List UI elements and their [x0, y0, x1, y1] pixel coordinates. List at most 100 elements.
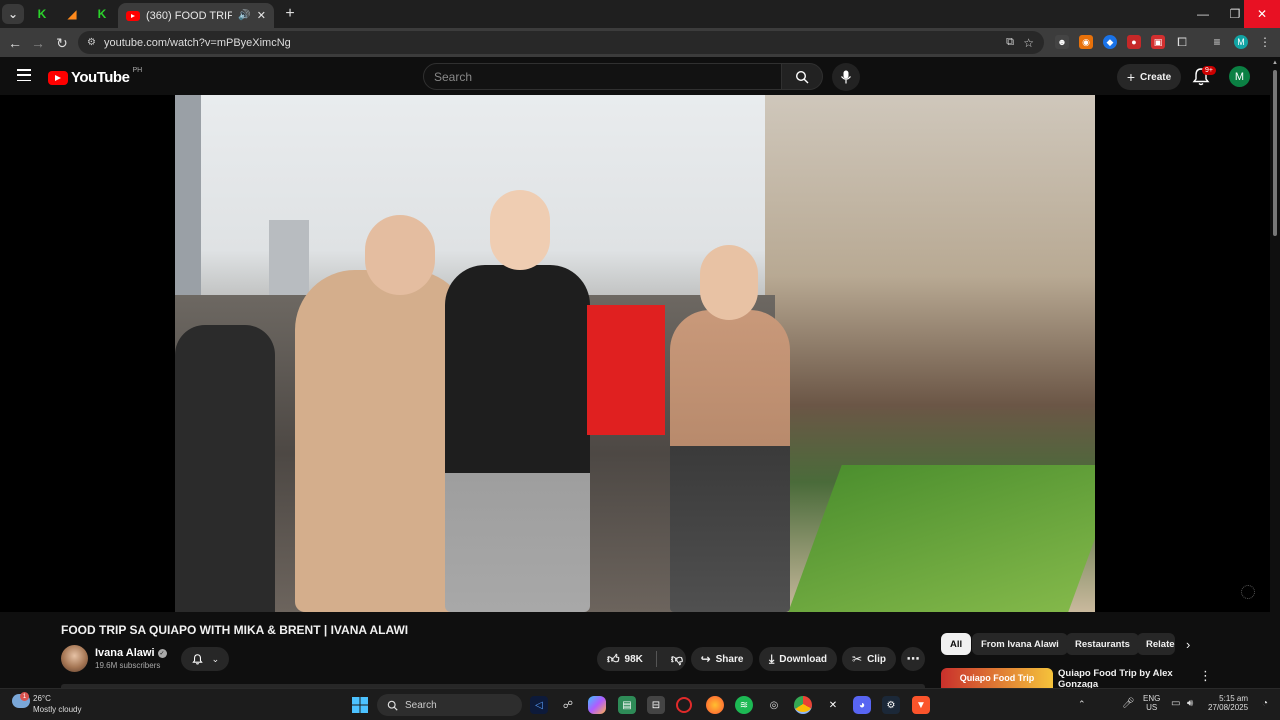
chip-restaurants[interactable]: Restaurants [1066, 633, 1139, 655]
clip-label: Clip [867, 653, 886, 665]
tab-k-icon[interactable]: K [28, 4, 56, 24]
channel-name[interactable]: Ivana Alawi ✓ [95, 647, 167, 659]
region-code: US [1146, 703, 1158, 712]
scroll-up-arrow-icon[interactable]: ▲ [1272, 60, 1278, 66]
weather-temp: 26°C [33, 694, 51, 703]
time-text: 5:15 am [1219, 694, 1249, 703]
vscode-icon[interactable]: ◁ [530, 696, 548, 714]
bookmark-star-icon[interactable]: ☆ [1023, 36, 1034, 50]
address-bar[interactable]: ⚙ youtube.com/watch?v=mPByeXimcNg ⧉ ☆ [78, 31, 1044, 54]
language-indicator[interactable]: ENG US [1143, 694, 1160, 712]
clock[interactable]: 5:15 am 27/08/2025 [1208, 694, 1248, 712]
chip-all[interactable]: All [941, 633, 972, 655]
tab-active-youtube[interactable]: (360) FOOD TRIP SA QUIAPO 🔊 ✕ [118, 3, 274, 28]
subscription-bell-button[interactable]: ⌄ [181, 647, 229, 671]
share-icon: ↪ [700, 652, 711, 666]
spotify-icon[interactable]: ≋ [735, 696, 753, 714]
search-button[interactable] [781, 63, 823, 90]
tray-overflow-icon[interactable]: ⌃ [1078, 699, 1086, 710]
opera-icon[interactable] [676, 697, 692, 713]
hamburger-menu-icon[interactable] [17, 69, 31, 81]
chip-related[interactable]: Relate [1137, 633, 1175, 655]
windows-start-icon[interactable] [351, 696, 369, 714]
new-tab-button[interactable]: + [276, 4, 304, 24]
notepad-icon[interactable]: ▤ [618, 696, 636, 714]
channel-avatar[interactable] [61, 645, 88, 672]
copilot-helper-icon[interactable]: ☍ [559, 696, 577, 714]
recommended-thumbnail[interactable]: Quiapo Food Trip [941, 668, 1053, 688]
network-icon[interactable]: ▭ [1171, 698, 1180, 709]
divider [655, 651, 657, 667]
github-desktop-icon[interactable]: ◎ [765, 696, 783, 714]
profile-avatar[interactable]: M [1234, 35, 1248, 49]
download-button[interactable]: ⤓ Download [759, 647, 837, 671]
extension-icon[interactable]: ☻ [1055, 35, 1069, 49]
tab-close-icon[interactable]: ✕ [257, 9, 266, 22]
like-button[interactable]: 👍︎ 98K [607, 652, 643, 667]
chip-from-channel[interactable]: From Ivana Alawi [972, 633, 1068, 655]
install-app-icon[interactable]: ⧉ [1006, 36, 1014, 49]
speaker-icon[interactable]: 🔊 [238, 10, 250, 21]
video-title: FOOD TRIP SA QUIAPO WITH MIKA & BRENT | … [61, 623, 409, 637]
extension-icon[interactable]: ▣ [1151, 35, 1165, 49]
account-avatar[interactable]: M [1229, 66, 1250, 87]
scrollbar-thumb[interactable] [1273, 70, 1277, 236]
volume-icon[interactable]: 🔊︎ [1187, 698, 1193, 709]
person-head [365, 215, 435, 295]
voice-search-button[interactable] [832, 63, 860, 91]
extension-icon[interactable]: ◆ [1103, 35, 1117, 49]
subscriber-count: 19.6M subscribers [95, 661, 161, 670]
taskbar-search[interactable]: Search [377, 694, 522, 716]
browser-menu-icon[interactable]: ⋮ [1258, 35, 1272, 49]
scissors-icon: ✂ [852, 652, 863, 666]
tray-mic-icon[interactable]: 🎤︎ [1122, 698, 1135, 709]
share-button[interactable]: ↪ Share [691, 647, 753, 671]
logo-text: YouTube [71, 69, 130, 86]
terminal-icon[interactable]: ⊟ [647, 696, 665, 714]
reading-list-icon[interactable]: ≡ [1210, 35, 1224, 49]
person-black-shirt [445, 265, 590, 612]
chrome-icon[interactable] [794, 696, 812, 714]
firefox-icon[interactable] [706, 696, 724, 714]
weather-badge: 1 [20, 692, 29, 701]
tab-arrow-icon[interactable]: ◢ [58, 4, 86, 24]
tab-title: (360) FOOD TRIP SA QUIAPO [146, 9, 233, 22]
forward-icon[interactable]: → [28, 33, 48, 53]
recommended-title[interactable]: Quiapo Food Trip by Alex Gonzaga [1058, 668, 1188, 688]
brave-icon[interactable]: ▼ [912, 696, 930, 714]
plus-icon: + [1126, 69, 1136, 85]
recommended-menu-icon[interactable]: ⋮ [1199, 668, 1212, 684]
copilot-icon[interactable] [588, 696, 606, 714]
download-label: Download [779, 653, 828, 665]
clip-button[interactable]: ✂ Clip [842, 647, 896, 671]
video-frame[interactable] [175, 95, 1095, 612]
search-input[interactable]: Search [423, 63, 782, 90]
thumbs-down-icon: 👎︎ [670, 651, 684, 666]
site-info-icon[interactable]: ⚙ [87, 37, 96, 48]
more-icon: ⋯ [906, 651, 920, 666]
reload-icon[interactable]: ↻ [52, 33, 72, 53]
extension-icon[interactable]: ◉ [1079, 35, 1093, 49]
share-label: Share [715, 653, 744, 665]
extension-icon[interactable]: ● [1127, 35, 1141, 49]
chevron-right-icon[interactable]: › [1186, 637, 1190, 652]
windows-logo-icon [352, 697, 368, 713]
notification-center-icon[interactable]: ◔ [1262, 698, 1268, 709]
video-player[interactable] [0, 95, 1270, 612]
lang-code: ENG [1143, 694, 1161, 703]
youtube-logo[interactable]: YouTube PH [48, 67, 142, 86]
puzzle-icon[interactable]: ⧠ [1175, 35, 1189, 49]
tab-search-dropdown-icon[interactable]: ⌄ [2, 4, 24, 24]
close-window-icon[interactable]: ✕ [1244, 0, 1280, 28]
channel-name-text: Ivana Alawi [95, 647, 155, 659]
loading-spinner-icon [1241, 585, 1255, 599]
capcut-icon[interactable]: ✕ [824, 696, 842, 714]
back-icon[interactable]: ← [5, 33, 25, 53]
dislike-button[interactable]: 👎︎ [671, 652, 683, 667]
discord-icon[interactable]: ◕ [853, 696, 871, 714]
create-button[interactable]: + Create [1117, 64, 1181, 90]
more-actions-button[interactable]: ⋯ [901, 647, 925, 671]
tab-k-icon[interactable]: K [88, 4, 116, 24]
steam-icon[interactable]: ⚙ [882, 696, 900, 714]
person-red-shirt [587, 305, 665, 435]
